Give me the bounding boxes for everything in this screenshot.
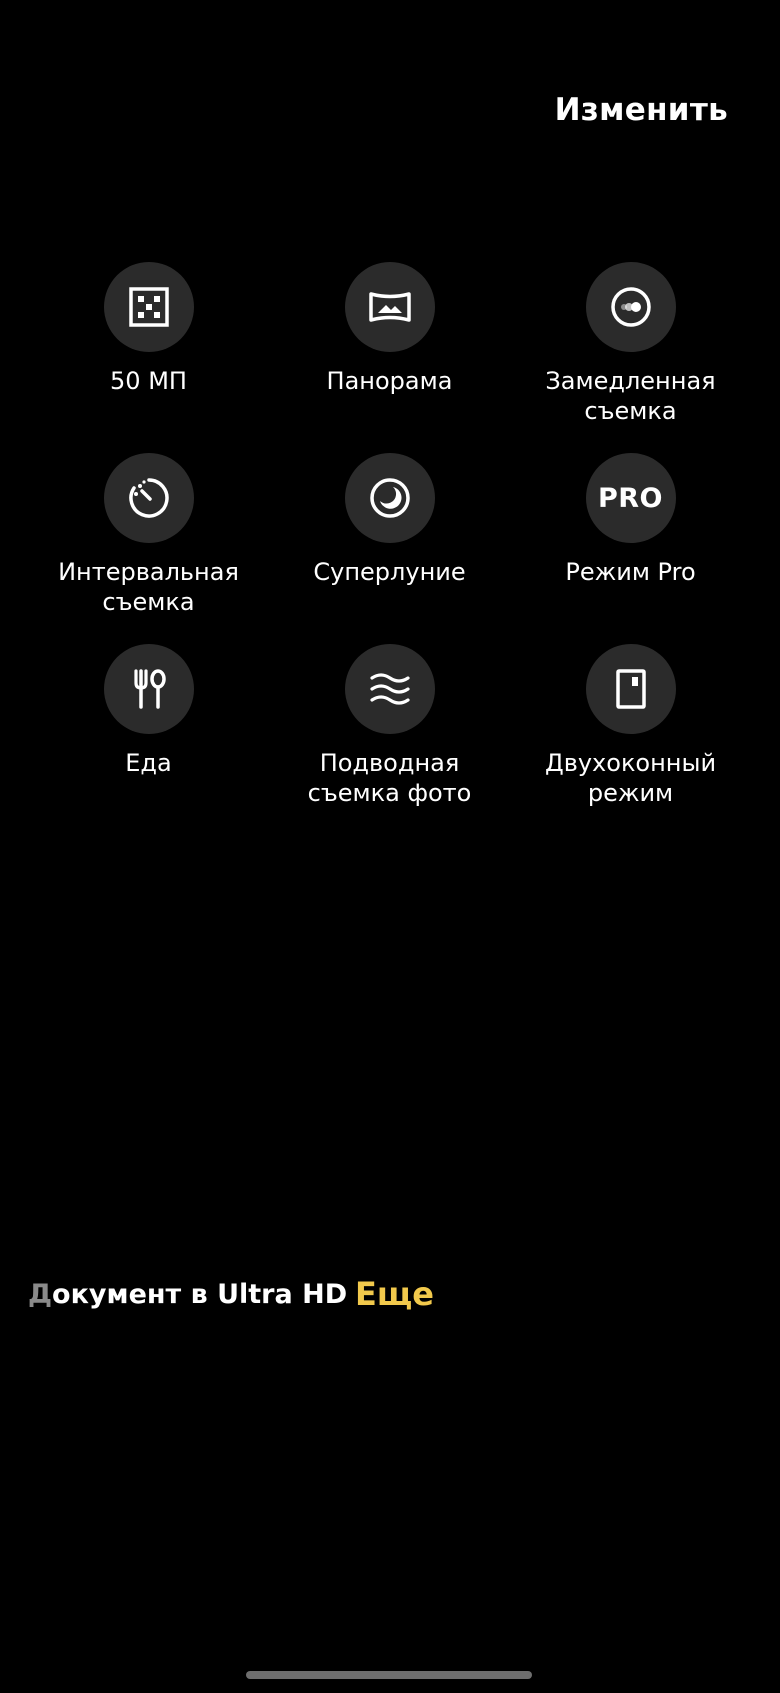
- mode-dual-window[interactable]: Двухоконный режим: [510, 644, 751, 835]
- mode-selector-item-faded-letter: Д: [28, 1279, 53, 1310]
- mode-timelapse[interactable]: Интервальная съемка: [28, 453, 269, 644]
- mode-selector-item-ultra-hd-document[interactable]: Документ в Ultra HD: [28, 1279, 347, 1310]
- edit-button[interactable]: Изменить: [555, 92, 728, 128]
- mode-label: Замедленная съемка: [545, 367, 716, 425]
- mode-slow-motion[interactable]: Замедленная съемка: [510, 262, 751, 453]
- mode-underwater[interactable]: Подводная съемка фото: [269, 644, 510, 835]
- mode-selector-bar[interactable]: Документ в Ultra HD Еще: [0, 1275, 780, 1319]
- panorama-icon: [344, 262, 435, 352]
- mode-selector-item-more[interactable]: Еще: [355, 1275, 434, 1313]
- pro-icon: PRO: [585, 453, 676, 543]
- mode-selector-item-text: окумент в Ultra HD: [52, 1279, 348, 1310]
- mode-panorama[interactable]: Панорама: [269, 262, 510, 453]
- mode-food[interactable]: Еда: [28, 644, 269, 835]
- mode-label: Суперлуние: [313, 558, 466, 586]
- timelapse-icon: [103, 453, 194, 543]
- mode-label: Интервальная съемка: [58, 558, 239, 616]
- pro-icon-text: PRO: [597, 482, 664, 514]
- mode-label: Панорама: [326, 367, 453, 395]
- modes-grid: 50 МП Панорама Замедленная съемка Интерв…: [0, 262, 780, 835]
- dual-window-icon: [585, 644, 676, 734]
- moon-icon: [344, 453, 435, 543]
- mode-pro[interactable]: PRO Режим Pro: [510, 453, 751, 644]
- mode-label: Режим Pro: [565, 558, 696, 586]
- slow-motion-icon: [585, 262, 676, 352]
- mode-label: Еда: [125, 749, 172, 777]
- mode-label: 50 МП: [110, 367, 187, 395]
- mode-super-moon[interactable]: Суперлуние: [269, 453, 510, 644]
- water-waves-icon: [344, 644, 435, 734]
- food-icon: [103, 644, 194, 734]
- mode-50mp[interactable]: 50 МП: [28, 262, 269, 453]
- home-indicator[interactable]: [246, 1671, 532, 1679]
- mode-label: Подводная съемка фото: [307, 749, 472, 807]
- grid-dots-icon: [103, 262, 194, 352]
- mode-label: Двухоконный режим: [544, 749, 717, 807]
